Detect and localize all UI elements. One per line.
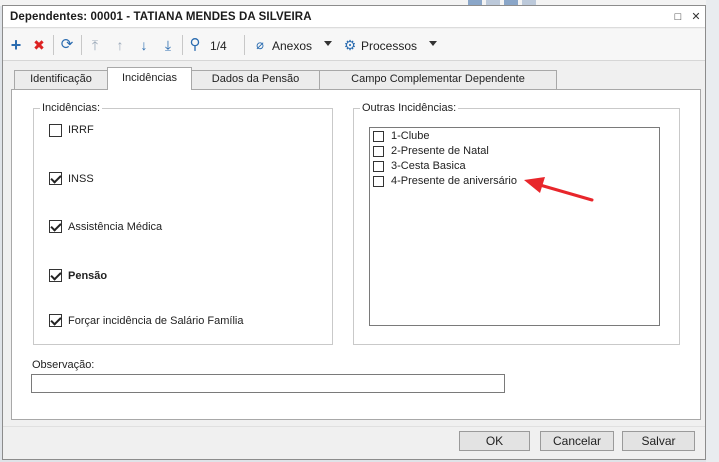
tab-incidencias[interactable]: Incidências <box>107 67 192 90</box>
annotation-arrow-head <box>524 177 545 193</box>
annotation-arrow-shaft <box>538 183 594 202</box>
